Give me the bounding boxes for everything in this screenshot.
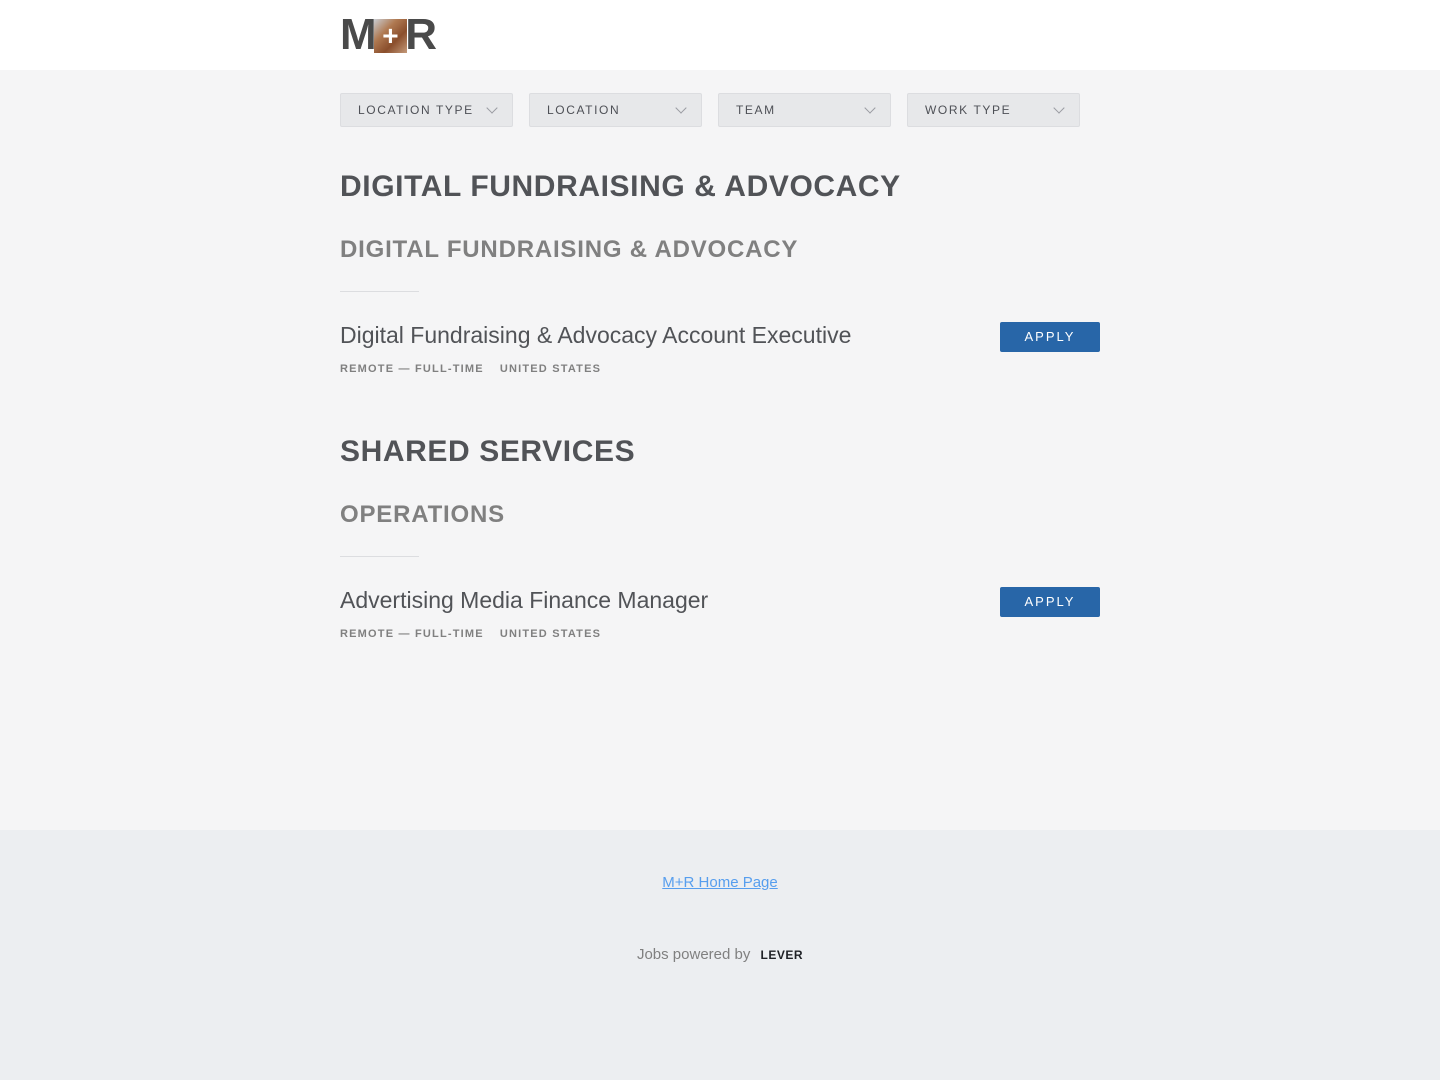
department-title: SHARED SERVICES: [340, 435, 636, 468]
filter-label: LOCATION: [547, 103, 621, 117]
home-page-link[interactable]: M+R Home Page: [662, 874, 777, 891]
logo-plus-image: +: [373, 19, 408, 53]
chevron-down-icon: [486, 101, 498, 114]
filter-bar: LOCATION TYPE LOCATION TEAM WORK TYPE: [340, 93, 1080, 127]
chevron-down-icon: [675, 101, 687, 114]
filter-label: TEAM: [736, 103, 776, 117]
team-title: OPERATIONS: [340, 501, 505, 528]
top-bar: M + R: [0, 0, 1440, 70]
home-link-row: M+R Home Page: [0, 874, 1440, 891]
job-location: UNITED STATES: [499, 363, 602, 375]
job-commitment: REMOTE — FULL-TIME: [340, 628, 484, 640]
section-divider: [340, 556, 419, 557]
filter-location-type[interactable]: LOCATION TYPE: [340, 93, 513, 127]
job-meta: REMOTE — FULL-TIME UNITED STATES: [340, 363, 601, 375]
powered-by: Jobs powered by LEVER: [0, 946, 1440, 963]
team-title: DIGITAL FUNDRAISING & ADVOCACY: [340, 236, 799, 263]
filter-work-type[interactable]: WORK TYPE: [907, 93, 1080, 127]
lever-logo[interactable]: LEVER: [761, 948, 804, 962]
company-logo[interactable]: M + R: [340, 10, 437, 59]
job-posting-title[interactable]: Advertising Media Finance Manager: [340, 587, 708, 614]
job-meta: REMOTE — FULL-TIME UNITED STATES: [340, 628, 601, 640]
job-posting-title[interactable]: Digital Fundraising & Advocacy Account E…: [340, 322, 851, 349]
chevron-down-icon: [1053, 101, 1065, 114]
chevron-down-icon: [864, 101, 876, 114]
powered-by-text: Jobs powered by: [636, 946, 751, 963]
filter-team[interactable]: TEAM: [718, 93, 891, 127]
apply-button[interactable]: APPLY: [1000, 587, 1100, 617]
filter-label: WORK TYPE: [925, 103, 1012, 117]
job-commitment: REMOTE — FULL-TIME: [340, 363, 484, 375]
logo-letter-r: R: [405, 10, 437, 59]
department-title: DIGITAL FUNDRAISING & ADVOCACY: [340, 170, 901, 203]
apply-button[interactable]: APPLY: [1000, 322, 1100, 352]
footer: M+R Home Page Jobs powered by LEVER: [0, 830, 1440, 1080]
filter-label: LOCATION TYPE: [358, 103, 474, 117]
section-divider: [340, 291, 419, 292]
logo-letter-m: M: [340, 10, 377, 59]
job-location: UNITED STATES: [499, 628, 602, 640]
filter-location[interactable]: LOCATION: [529, 93, 702, 127]
